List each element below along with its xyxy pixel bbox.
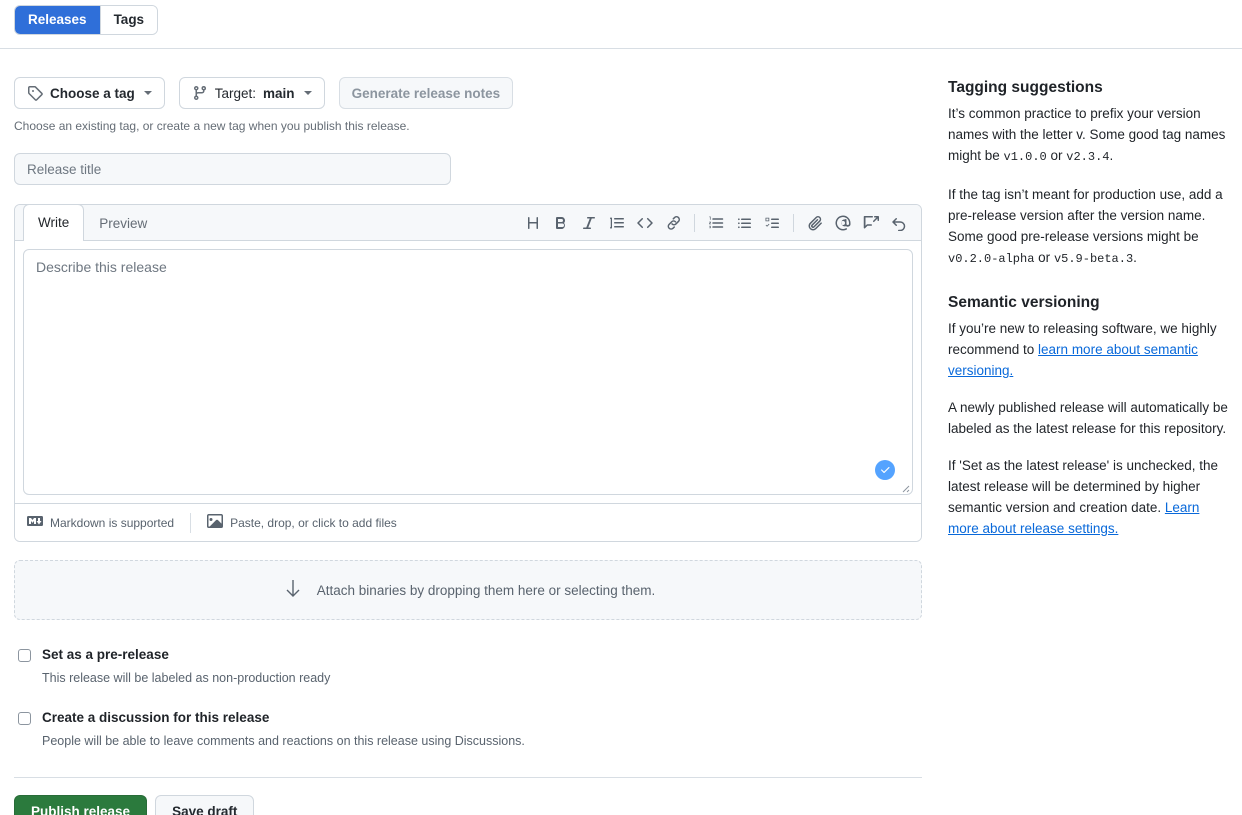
binaries-dropzone[interactable]: Attach binaries by dropping them here or… — [14, 560, 922, 620]
tab-tags-label: Tags — [113, 12, 145, 27]
editor-header: Write Preview — [15, 205, 921, 241]
git-branch-icon — [192, 85, 208, 101]
footer-divider — [190, 512, 192, 533]
choose-tag-label: Choose a tag — [50, 85, 135, 101]
create-discussion-option: Create a discussion for this release Peo… — [14, 709, 922, 750]
form-actions: Publish release Save draft — [14, 795, 922, 815]
pre-release-description: This release will be labeled as non-prod… — [42, 671, 331, 685]
create-discussion-description: People will be able to leave comments an… — [42, 734, 525, 748]
generate-release-notes-button[interactable]: Generate release notes — [338, 77, 514, 109]
textarea-resize-handle[interactable] — [898, 480, 910, 493]
release-form: Choose a tag Target: main Generate relea… — [14, 77, 922, 815]
tagging-p1-text-b: or — [1046, 148, 1067, 163]
tag-example-beta: v5.9-beta.3 — [1053, 252, 1134, 266]
semver-paragraph-3: If 'Set as the latest release' is unchec… — [948, 455, 1230, 539]
download-arrow-icon — [281, 577, 305, 604]
create-discussion-checkbox[interactable] — [18, 712, 31, 725]
quote-icon[interactable] — [603, 209, 631, 237]
target-label: Target: — [214, 85, 257, 101]
pre-release-option: Set as a pre-release This release will b… — [14, 646, 922, 687]
target-value: main — [263, 85, 295, 101]
pre-release-checkbox[interactable] — [18, 649, 31, 662]
undo-icon[interactable] — [885, 209, 913, 237]
ordered-list-icon[interactable] — [702, 209, 730, 237]
tag-target-row: Choose a tag Target: main Generate relea… — [14, 77, 922, 109]
editor-footer: Markdown is supported Paste, drop, or cl… — [15, 503, 921, 541]
task-list-icon[interactable] — [758, 209, 786, 237]
mention-icon[interactable] — [829, 209, 857, 237]
tagging-paragraph-2: If the tag isn’t meant for production us… — [948, 184, 1230, 270]
dropzone-label: Attach binaries by dropping them here or… — [316, 582, 656, 598]
tagging-p1-text-c: . — [1109, 148, 1114, 163]
actions-divider — [14, 777, 922, 778]
chevron-down-icon — [143, 91, 152, 95]
tag-example-alpha: v0.2.0-alpha — [948, 252, 1035, 266]
target-branch-button[interactable]: Target: main — [178, 77, 325, 109]
write-preview-tabs: Write Preview — [23, 205, 162, 241]
code-icon[interactable] — [631, 209, 659, 237]
releases-tags-tabbar: Releases Tags — [14, 5, 159, 35]
release-description-textarea[interactable] — [23, 249, 913, 495]
tab-tags[interactable]: Tags — [100, 6, 158, 34]
header-divider — [0, 48, 1242, 49]
tab-preview-label: Preview — [99, 216, 148, 231]
markdown-toolbar — [519, 205, 913, 241]
generate-release-notes-label: Generate release notes — [351, 85, 501, 101]
link-icon[interactable] — [659, 209, 687, 237]
choose-tag-button[interactable]: Choose a tag — [14, 77, 165, 109]
markdown-supported-link[interactable]: Markdown is supported — [27, 513, 174, 532]
tab-releases-label: Releases — [28, 12, 87, 27]
create-discussion-label: Create a discussion for this release — [42, 710, 270, 725]
tag-example-v100: v1.0.0 — [1003, 150, 1047, 164]
tabnav: Releases Tags — [14, 5, 159, 35]
publish-release-button[interactable]: Publish release — [14, 795, 148, 815]
paste-files-label: Paste, drop, or click to add files — [230, 515, 397, 530]
tag-helper-text: Choose an existing tag, or create a new … — [14, 119, 410, 133]
tag-icon — [27, 85, 43, 101]
chevron-down-icon — [303, 91, 312, 95]
tab-releases[interactable]: Releases — [15, 6, 101, 34]
semantic-versioning-heading: Semantic versioning — [948, 294, 1100, 311]
release-title-input[interactable] — [14, 153, 451, 185]
attach-file-icon[interactable] — [801, 209, 829, 237]
tab-write-label: Write — [38, 215, 70, 230]
italic-icon[interactable] — [575, 209, 603, 237]
bold-icon[interactable] — [547, 209, 575, 237]
save-draft-button[interactable]: Save draft — [155, 795, 255, 815]
paste-files-link[interactable]: Paste, drop, or click to add files — [207, 513, 397, 532]
saved-check-icon — [875, 460, 895, 480]
tab-write[interactable]: Write — [23, 205, 85, 241]
toolbar-divider — [793, 214, 794, 232]
tagging-paragraph-1: It’s common practice to prefix your vers… — [948, 103, 1230, 168]
markdown-supported-label: Markdown is supported — [50, 515, 175, 530]
release-creation-page: Releases Tags Choose a tag Target: main … — [0, 0, 1242, 815]
semver-paragraph-1: If you’re new to releasing software, we … — [948, 318, 1230, 381]
tag-example-v234: v2.3.4 — [1066, 150, 1110, 164]
tagging-p2-text-a: If the tag isn’t meant for production us… — [948, 187, 1223, 244]
image-icon — [207, 513, 224, 532]
tagging-p2-text-c: . — [1133, 250, 1137, 265]
markdown-icon — [27, 513, 43, 532]
saved-reply-icon[interactable] — [857, 209, 885, 237]
release-options: Set as a pre-release This release will b… — [14, 646, 922, 750]
unordered-list-icon[interactable] — [730, 209, 758, 237]
tagging-suggestions-heading: Tagging suggestions — [948, 79, 1103, 96]
semver-paragraph-2: A newly published release will automatic… — [948, 400, 1228, 436]
toolbar-divider — [694, 214, 695, 232]
editor-body — [15, 241, 921, 503]
tagging-p2-text-b: or — [1034, 250, 1054, 265]
release-description-editor: Write Preview Describe this release Mark… — [14, 204, 922, 542]
sidebar-help: Tagging suggestions It’s common practice… — [948, 77, 1230, 555]
heading-icon[interactable] — [519, 209, 547, 237]
tab-preview[interactable]: Preview — [84, 205, 162, 241]
pre-release-label: Set as a pre-release — [42, 647, 169, 662]
